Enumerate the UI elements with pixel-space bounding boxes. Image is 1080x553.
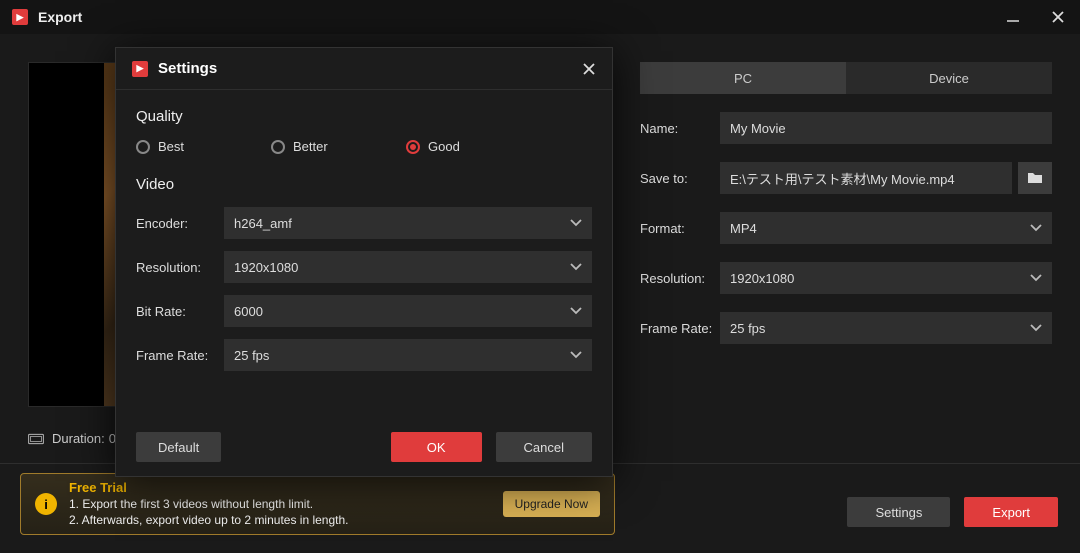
save-to-input[interactable] bbox=[720, 162, 1012, 194]
export-window: ▶ Export Duration: 0 PC bbox=[0, 0, 1080, 553]
modal-resolution-label: Resolution: bbox=[136, 260, 224, 275]
bitrate-label: Bit Rate: bbox=[136, 304, 224, 319]
bitrate-select[interactable]: 6000 bbox=[224, 295, 592, 327]
modal-title: Settings bbox=[158, 60, 217, 77]
framerate-value: 25 fps bbox=[730, 321, 765, 336]
bottom-buttons: Settings Export bbox=[847, 497, 1058, 527]
film-icon bbox=[28, 433, 44, 445]
quality-best-label: Best bbox=[158, 139, 184, 154]
encoder-value: h264_amf bbox=[234, 216, 292, 231]
app-icon: ▶ bbox=[12, 9, 28, 25]
modal-resolution-select[interactable]: 1920x1080 bbox=[224, 251, 592, 283]
quality-best-radio[interactable]: Best bbox=[136, 139, 271, 154]
quality-good-label: Good bbox=[428, 139, 460, 154]
ok-button[interactable]: OK bbox=[391, 432, 482, 462]
quality-good-radio[interactable]: Good bbox=[406, 139, 541, 154]
encoder-label: Encoder: bbox=[136, 216, 224, 231]
framerate-select[interactable]: 25 fps bbox=[720, 312, 1052, 344]
quality-better-radio[interactable]: Better bbox=[271, 139, 406, 154]
folder-icon bbox=[1027, 171, 1043, 185]
free-trial-banner: i Free Trial 1. Export the first 3 video… bbox=[20, 473, 615, 535]
encoder-select[interactable]: h264_amf bbox=[224, 207, 592, 239]
resolution-select[interactable]: 1920x1080 bbox=[720, 262, 1052, 294]
duration-label: Duration: bbox=[52, 431, 105, 446]
settings-button[interactable]: Settings bbox=[847, 497, 950, 527]
cancel-button[interactable]: Cancel bbox=[496, 432, 592, 462]
default-button[interactable]: Default bbox=[136, 432, 221, 462]
format-select[interactable]: MP4 bbox=[720, 212, 1052, 244]
quality-better-label: Better bbox=[293, 139, 328, 154]
save-to-label: Save to: bbox=[640, 171, 720, 186]
video-section-label: Video bbox=[136, 176, 592, 193]
window-title: Export bbox=[38, 9, 82, 25]
browse-button[interactable] bbox=[1018, 162, 1052, 194]
export-form: PC Device Name: Save to: Format: MP4 bbox=[640, 34, 1080, 553]
name-input[interactable] bbox=[720, 112, 1052, 144]
chevron-down-icon bbox=[1030, 324, 1042, 332]
chevron-down-icon bbox=[1030, 224, 1042, 232]
modal-framerate-value: 25 fps bbox=[234, 348, 269, 363]
modal-resolution-value: 1920x1080 bbox=[234, 260, 298, 275]
chevron-down-icon bbox=[570, 307, 582, 315]
modal-framerate-label: Frame Rate: bbox=[136, 348, 224, 363]
banner-line-1: 1. Export the first 3 videos without len… bbox=[69, 496, 349, 512]
tab-device[interactable]: Device bbox=[846, 62, 1052, 94]
export-button[interactable]: Export bbox=[964, 497, 1058, 527]
framerate-label: Frame Rate: bbox=[640, 321, 720, 336]
close-icon[interactable] bbox=[582, 62, 596, 76]
export-tabs: PC Device bbox=[640, 62, 1052, 94]
format-label: Format: bbox=[640, 221, 720, 236]
titlebar: ▶ Export bbox=[0, 0, 1080, 34]
app-icon: ▶ bbox=[132, 61, 148, 77]
quality-radio-group: Best Better Good bbox=[136, 139, 592, 154]
upgrade-button[interactable]: Upgrade Now bbox=[503, 491, 600, 517]
quality-section-label: Quality bbox=[136, 108, 592, 125]
chevron-down-icon bbox=[570, 263, 582, 271]
chevron-down-icon bbox=[570, 219, 582, 227]
banner-heading: Free Trial bbox=[69, 480, 349, 496]
chevron-down-icon bbox=[1030, 274, 1042, 282]
info-icon: i bbox=[35, 493, 57, 515]
resolution-label: Resolution: bbox=[640, 271, 720, 286]
modal-framerate-select[interactable]: 25 fps bbox=[224, 339, 592, 371]
resolution-value: 1920x1080 bbox=[730, 271, 794, 286]
settings-modal: ▶ Settings Quality Best Better Good bbox=[115, 47, 613, 477]
name-label: Name: bbox=[640, 121, 720, 136]
chevron-down-icon bbox=[570, 351, 582, 359]
minimize-button[interactable] bbox=[1003, 7, 1023, 27]
banner-line-2: 2. Afterwards, export video up to 2 minu… bbox=[69, 512, 349, 528]
close-button[interactable] bbox=[1048, 7, 1068, 27]
tab-pc[interactable]: PC bbox=[640, 62, 846, 94]
format-value: MP4 bbox=[730, 221, 757, 236]
bitrate-value: 6000 bbox=[234, 304, 263, 319]
